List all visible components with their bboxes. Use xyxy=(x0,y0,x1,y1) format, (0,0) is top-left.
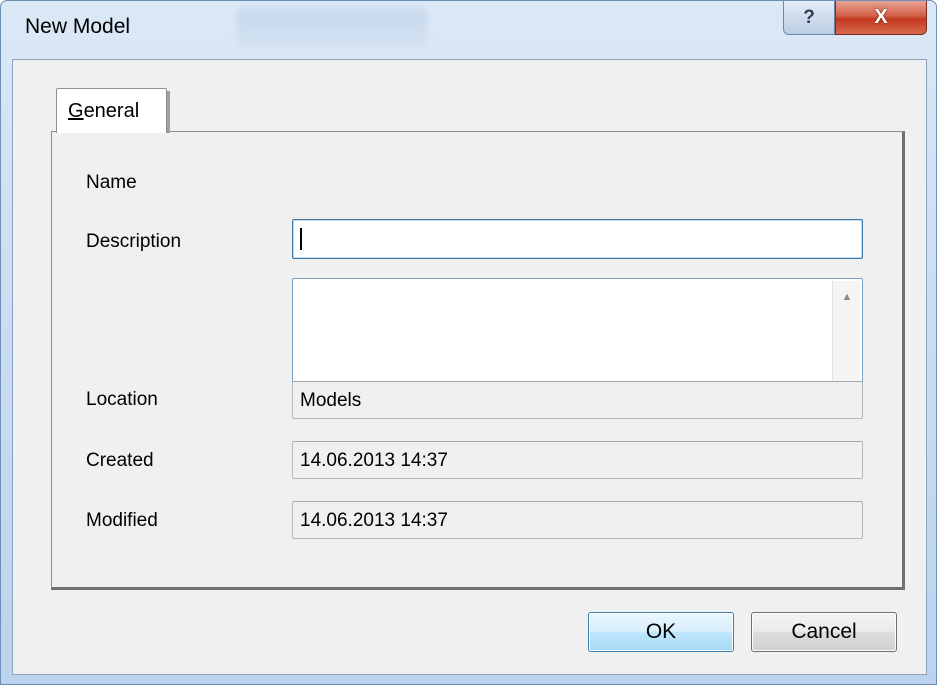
name-label: Name xyxy=(86,172,137,193)
created-field: 14.06.2013 14:37 xyxy=(292,441,863,479)
description-label: Description xyxy=(86,231,182,252)
tab-general-label-rest: eneral xyxy=(83,100,140,122)
modified-label: Modified xyxy=(86,510,158,531)
scroll-up-arrow-icon[interactable]: ▲ xyxy=(833,285,861,309)
tab-general-accesskey: G xyxy=(68,100,84,122)
tab-general-label: General xyxy=(68,100,139,123)
tab-general[interactable]: General xyxy=(56,88,170,133)
window-title: New Model xyxy=(25,15,131,38)
created-label: Created xyxy=(86,450,154,471)
title-bar[interactable]: New Model ? X xyxy=(1,1,936,59)
close-icon: X xyxy=(874,6,888,28)
close-button[interactable]: X xyxy=(835,1,927,35)
ok-button[interactable]: OK xyxy=(588,612,734,652)
name-input[interactable] xyxy=(292,219,863,259)
title-bar-background-blur xyxy=(237,9,427,49)
location-label: Location xyxy=(86,389,158,410)
dialog-window: New Model ? X General Name Description ▲… xyxy=(0,0,937,685)
general-tab-panel: Name Description ▲ ▼ Location Models Cre… xyxy=(51,131,905,590)
dialog-client-area: General Name Description ▲ ▼ Location Mo… xyxy=(12,59,927,675)
text-caret xyxy=(300,228,302,250)
cancel-button[interactable]: Cancel xyxy=(751,612,897,652)
help-icon: ? xyxy=(803,6,815,28)
location-field: Models xyxy=(292,381,863,419)
modified-field: 14.06.2013 14:37 xyxy=(292,501,863,539)
help-button[interactable]: ? xyxy=(783,1,835,35)
